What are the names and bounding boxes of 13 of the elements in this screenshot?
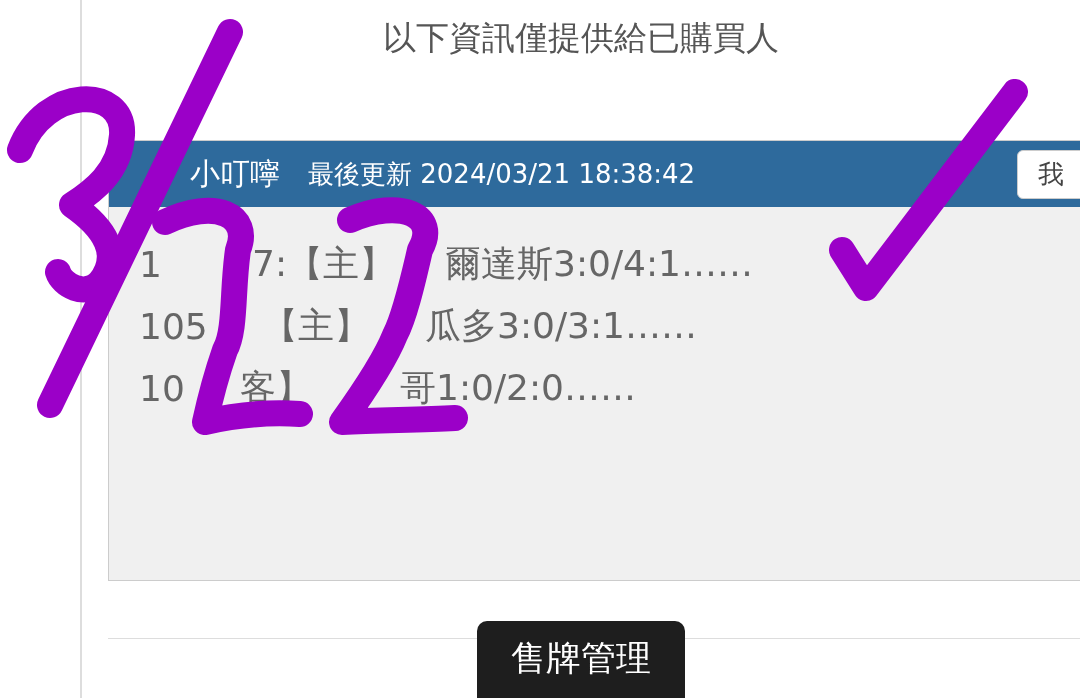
- manage-button[interactable]: 售牌管理: [477, 621, 685, 698]
- tip-text: 1: [139, 243, 162, 285]
- tip-text: 105: [139, 305, 208, 347]
- tip-text: 爾達斯3:0/4:1……: [445, 241, 753, 286]
- tip-text: 7:【主】: [252, 241, 396, 286]
- tip-text: 【主】: [262, 303, 370, 348]
- request-button[interactable]: 我: [1017, 149, 1080, 199]
- tip-text: 瓜多3:0/3:1……: [425, 303, 697, 348]
- notice-text: 以下資訊僅提供給已購買人: [383, 17, 779, 59]
- updated-text: 最後更新 2024/03/21 18:38:42: [308, 157, 696, 191]
- tip-text: 10: [139, 367, 185, 409]
- tip-text: 哥1:0/2:0……: [400, 365, 636, 410]
- panel-title: 小叮嚀: [190, 154, 280, 193]
